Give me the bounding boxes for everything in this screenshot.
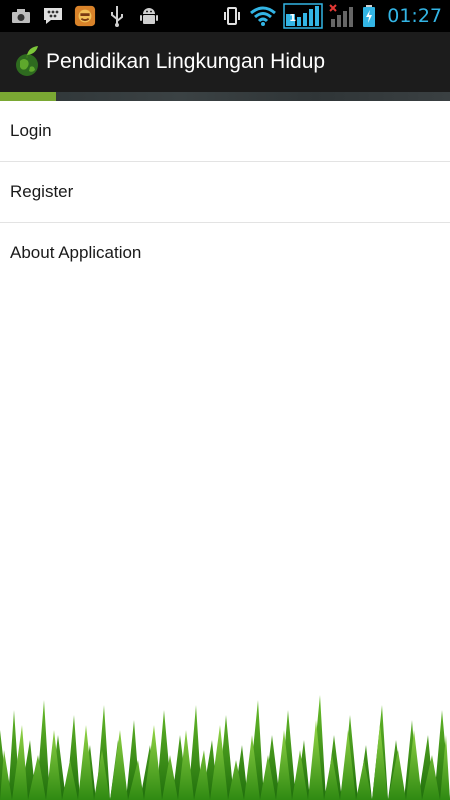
menu-item-login[interactable]: Login <box>0 101 450 162</box>
grass-decoration <box>0 695 450 800</box>
android-debug-icon <box>138 5 160 27</box>
menu-item-register[interactable]: Register <box>0 162 450 223</box>
notification-icons <box>0 5 160 27</box>
signal-2-no-service-icon <box>329 4 355 27</box>
header-accent-bar <box>0 92 56 101</box>
wifi-icon <box>249 5 277 27</box>
app-title: Pendidikan Lingkungan Hidup <box>46 50 326 73</box>
vibrate-icon <box>221 5 243 27</box>
globe-leaf-logo-icon <box>12 45 42 79</box>
signal-1-icon: 1 <box>283 3 323 29</box>
menu-item-label: Login <box>10 121 52 140</box>
header-divider-strip <box>0 92 450 101</box>
main-menu-list: Login Register About Application <box>0 101 450 283</box>
battery-charging-icon <box>361 5 377 27</box>
system-icons: 1 01:27 <box>221 0 442 32</box>
menu-item-about-application[interactable]: About Application <box>0 223 450 283</box>
game-app-icon <box>74 5 96 27</box>
camera-icon <box>10 5 32 27</box>
menu-item-label: About Application <box>10 243 142 262</box>
status-bar-clock: 01:27 <box>387 5 442 27</box>
sim-number-label: 1 <box>289 13 297 24</box>
bbm-chat-icon <box>42 5 64 27</box>
menu-item-label: Register <box>10 182 74 201</box>
status-bar: 1 01:27 <box>0 0 450 32</box>
usb-icon <box>106 5 128 27</box>
action-bar: Pendidikan Lingkungan Hidup <box>0 32 450 92</box>
